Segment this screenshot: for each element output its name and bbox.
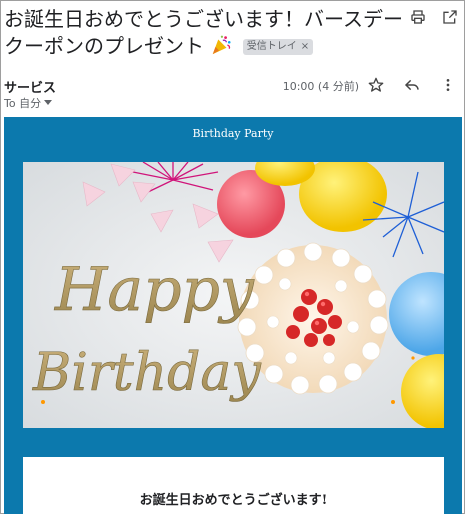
banner-happy-text: Happy: [54, 255, 255, 325]
reply-icon[interactable]: [403, 76, 421, 94]
email-header-title: Birthday Party: [192, 127, 274, 140]
recipient-line[interactable]: To 自分: [4, 95, 53, 111]
banner-birthday-text: Birthday: [32, 343, 261, 403]
sender-name: サービス: [4, 81, 57, 96]
greeting-card: お誕生日おめでとうございます!: [23, 457, 444, 514]
subject-text: お誕生日おめでとうございます！バースデークーポンのプレゼント: [4, 7, 403, 58]
greeting-heading: お誕生日おめでとうございます!: [139, 493, 328, 508]
star-icon[interactable]: [367, 76, 385, 94]
party-popper-emoji: [213, 35, 231, 55]
email-timestamp: 10:00 (4 分前): [282, 80, 359, 93]
more-vert-icon[interactable]: [439, 76, 457, 94]
caret-down-icon[interactable]: [44, 100, 53, 106]
recipient-text: To 自分: [4, 97, 42, 110]
message-actions: [367, 76, 457, 94]
email-subject: お誕生日おめでとうございます！バースデークーポンのプレゼント 受信トレイ ×: [4, 6, 409, 60]
inbox-label-text: 受信トレイ: [246, 41, 297, 52]
print-icon[interactable]: [409, 8, 427, 26]
email-body: Birthday Party Happy Birthday お誕生日おめでとうご…: [4, 117, 462, 514]
inbox-label-chip[interactable]: 受信トレイ ×: [242, 39, 314, 55]
birthday-banner-image: Happy Birthday: [23, 162, 444, 428]
remove-label-icon[interactable]: ×: [301, 40, 309, 54]
subject-actions: [409, 8, 459, 26]
open-in-new-window-icon[interactable]: [441, 8, 459, 26]
